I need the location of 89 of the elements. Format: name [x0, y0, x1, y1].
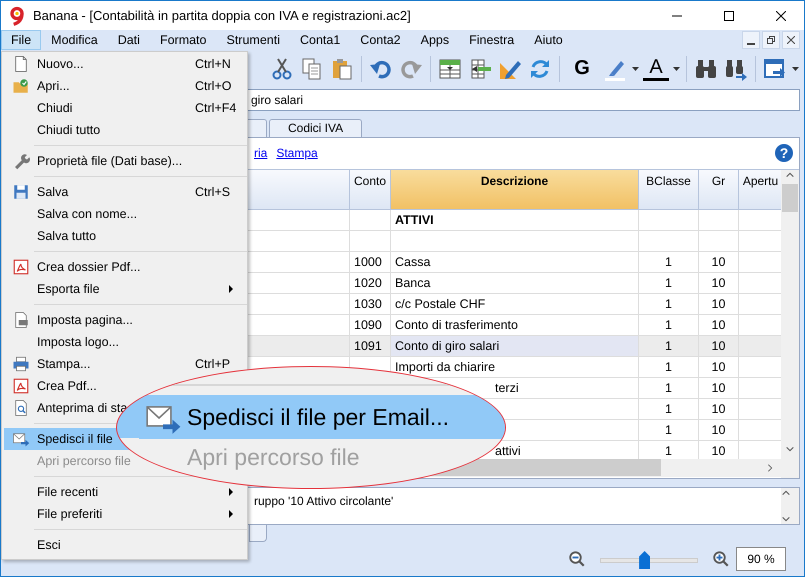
- menu-item[interactable]: Crea dossier Pdf...: [4, 256, 245, 278]
- table-cell: Conto di giro salari: [391, 336, 639, 357]
- column-header[interactable]: Conto: [350, 170, 391, 210]
- table-cell: 10: [699, 378, 739, 399]
- table-cell: 10: [699, 272, 739, 294]
- menu-item[interactable]: Nuovo... Ctrl+N: [4, 53, 245, 75]
- menu-bar-item[interactable]: Apps: [410, 30, 460, 50]
- zoom-field[interactable]: 90 %: [736, 547, 786, 572]
- menu-item[interactable]: Imposta pagina...: [4, 309, 245, 331]
- printer-icon: [12, 355, 30, 373]
- table-cell: 1: [639, 398, 699, 420]
- menu-item[interactable]: Crea Pdf...: [4, 375, 245, 397]
- close-icon: [787, 36, 795, 44]
- menu-item[interactable]: Imposta logo...: [4, 331, 245, 353]
- menu-item[interactable]: Spedisci il file per Email...: [139, 396, 505, 439]
- table-cell: 1: [639, 336, 699, 357]
- table-cell: 10: [699, 420, 739, 441]
- bold-button[interactable]: G: [566, 54, 598, 83]
- table-cell: 1091: [350, 336, 391, 357]
- submenu-arrow-icon: [229, 510, 233, 518]
- column-header[interactable]: Gr: [699, 170, 739, 210]
- zoom-slider[interactable]: [600, 549, 698, 570]
- column-header[interactable]: Apertu: [739, 170, 781, 210]
- pdf-icon: [12, 377, 30, 395]
- table-cell: 10: [699, 398, 739, 420]
- column-header[interactable]: BClasse: [639, 170, 699, 210]
- table-cell: Banca: [391, 272, 639, 294]
- link[interactable]: ria: [254, 146, 268, 160]
- zoom-out-icon: [568, 550, 586, 568]
- table-cell: 10: [699, 252, 739, 273]
- table-cell: 1: [639, 252, 699, 273]
- table-cell: 10: [699, 336, 739, 357]
- table-cell: 1: [639, 294, 699, 315]
- info-text: ruppo '10 Attivo circolante': [254, 493, 394, 510]
- menu-bar-item[interactable]: Formato: [150, 30, 216, 50]
- table-cell: ATTIVI: [391, 210, 639, 231]
- menu-bar-item[interactable]: Dati: [108, 30, 150, 50]
- table-cell: 1020: [350, 272, 391, 294]
- window-title: Banana - [Contabilità in partita doppia con IVA e registrazioni.ac2]: [33, 8, 412, 23]
- menu-bar-item[interactable]: Finestra: [459, 30, 524, 50]
- restore-button[interactable]: [762, 31, 780, 50]
- menu-item[interactable]: Salva tutto: [4, 225, 245, 247]
- link[interactable]: Stampa: [276, 146, 318, 160]
- table-cell: 1: [639, 420, 699, 441]
- menu-bar-item[interactable]: File: [1, 30, 42, 50]
- menu-item[interactable]: Esci: [4, 534, 245, 556]
- close-icon: [776, 10, 786, 20]
- font-color-button[interactable]: A: [643, 56, 669, 82]
- menu-item[interactable]: File preferiti: [4, 503, 245, 525]
- help-button[interactable]: ?: [775, 144, 793, 162]
- menu-bar-item[interactable]: Conta2: [350, 30, 411, 50]
- submenu-arrow-icon: [229, 285, 233, 293]
- table-cell: Cassa: [391, 252, 639, 273]
- zoom-in-icon: [712, 550, 730, 568]
- folder-icon: [12, 77, 30, 95]
- column-header[interactable]: Descrizione: [391, 170, 639, 210]
- minimize-icon: [747, 43, 755, 46]
- minimize-button[interactable]: [742, 31, 760, 50]
- maximize-icon: [724, 10, 734, 20]
- menu-item[interactable]: Proprietà file (Dati base)...: [4, 150, 245, 172]
- table-cell: 1: [639, 272, 699, 294]
- menu-item[interactable]: Salva con nome...: [4, 203, 245, 225]
- menu-item[interactable]: Stampa... Ctrl+P: [4, 353, 245, 375]
- menu-bar-item[interactable]: Conta1: [290, 30, 350, 50]
- table-cell: c/c Postale CHF: [391, 294, 639, 315]
- table-cell: 1: [639, 356, 699, 378]
- table-cell: 1: [639, 378, 699, 399]
- menu-bar-item[interactable]: Modifica: [41, 30, 108, 50]
- close-button[interactable]: [782, 31, 800, 50]
- caret-icon[interactable]: [792, 66, 799, 71]
- menu-item[interactable]: Chiudi tutto: [4, 119, 245, 141]
- menu-item[interactable]: File recenti: [4, 481, 245, 503]
- table-cell: 10: [699, 294, 739, 315]
- menu-item[interactable]: Salva Ctrl+S: [4, 181, 245, 203]
- tab[interactable]: [249, 525, 267, 542]
- menu-bar-item[interactable]: Aiuto: [524, 30, 573, 50]
- table-cell: 1030: [350, 294, 391, 315]
- pdf-icon: [12, 258, 30, 276]
- slider-thumb[interactable]: [639, 551, 650, 570]
- menu-bar-item[interactable]: Strumenti: [216, 30, 290, 50]
- menu-item[interactable]: Esporta file: [4, 278, 245, 300]
- table-cell: 10: [699, 356, 739, 378]
- caret-icon[interactable]: [673, 66, 680, 71]
- tab[interactable]: Codici IVA: [269, 118, 362, 137]
- scrollbar-thumb[interactable]: [782, 184, 798, 212]
- table-cell: 1000: [350, 252, 391, 273]
- restore-icon: [767, 36, 775, 44]
- caret-icon[interactable]: [632, 66, 639, 71]
- submenu-arrow-icon: [229, 488, 233, 496]
